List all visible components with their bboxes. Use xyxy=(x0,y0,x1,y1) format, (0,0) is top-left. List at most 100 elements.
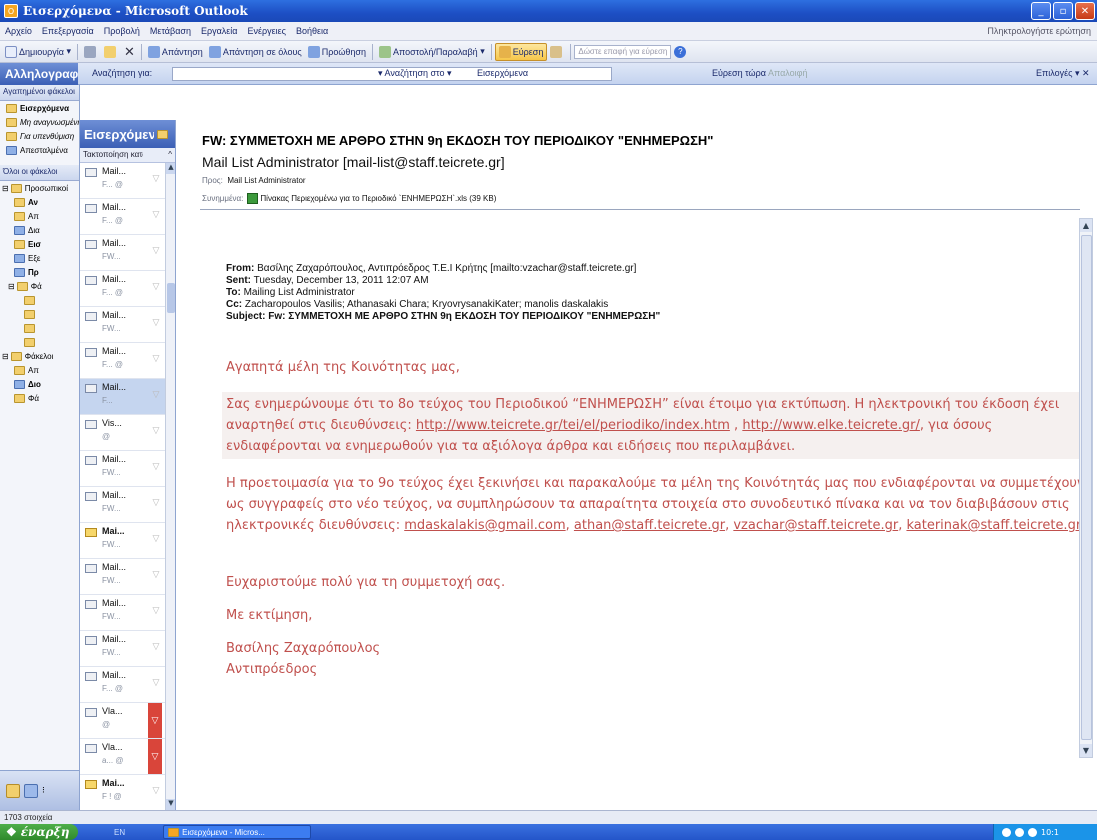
menu-view[interactable]: Προβολή xyxy=(99,26,145,36)
menu-tools[interactable]: Εργαλεία xyxy=(196,26,243,36)
favorite-unread[interactable]: Μη αναγνωσμένη xyxy=(0,115,79,129)
minimize-button[interactable]: _ xyxy=(1031,2,1051,20)
calendar-nav-icon[interactable] xyxy=(24,783,38,798)
flag-icon[interactable]: ▽ xyxy=(150,497,162,509)
help-button[interactable]: ? xyxy=(671,43,689,61)
message-row[interactable]: Mail... F... @ ▽ xyxy=(80,163,175,199)
menu-go[interactable]: Μετάβαση xyxy=(145,26,196,36)
tray-volume-icon[interactable] xyxy=(1015,827,1024,837)
menu-file[interactable]: Αρχείο xyxy=(0,26,37,36)
clear-button[interactable]: Απαλοιφή xyxy=(768,68,808,78)
flag-icon[interactable]: ▽ xyxy=(150,281,162,293)
favorites-header[interactable]: Αγαπημένοι φάκελοι xyxy=(0,85,79,101)
maximize-button[interactable]: ▫ xyxy=(1053,2,1073,20)
tree-item[interactable]: Πρ xyxy=(0,265,79,279)
scroll-thumb[interactable] xyxy=(167,283,175,313)
message-row[interactable]: Mail... FW... ▽ xyxy=(80,451,175,487)
configure-buttons-icon[interactable]: ⁝ xyxy=(42,786,45,796)
scroll-thumb[interactable] xyxy=(1081,235,1092,740)
taskbar-outlook-button[interactable]: Εισερχόμενα - Micros... xyxy=(163,825,312,839)
message-row[interactable]: Mail... FW... ▽ xyxy=(80,235,175,271)
move-button[interactable] xyxy=(101,43,121,61)
address-book-button[interactable] xyxy=(547,43,567,61)
language-indicator[interactable]: EN xyxy=(114,828,125,837)
find-now-button[interactable]: Εύρεση τώρα xyxy=(712,68,766,78)
link-elke[interactable]: http://www.elke.teicrete.gr/ xyxy=(742,418,920,433)
flag-icon[interactable]: ▽ xyxy=(150,533,162,545)
scroll-up-arrow[interactable]: ▲ xyxy=(1080,219,1092,232)
delete-button[interactable]: ✕ xyxy=(121,43,138,61)
flag-icon[interactable]: ▽ xyxy=(150,209,162,221)
menu-help[interactable]: Βοήθεια xyxy=(291,26,333,36)
print-button[interactable] xyxy=(81,43,101,61)
new-button[interactable]: Δημιουργία ▾ xyxy=(2,43,74,61)
attachment-file[interactable]: Πίνακας Περιεχομένω για το Περιοδικό `ΕΝ… xyxy=(260,194,496,203)
reading-pane-scrollbar[interactable]: ▲ ▼ xyxy=(1079,218,1093,758)
flag-icon[interactable]: ▽ xyxy=(150,389,162,401)
message-row[interactable]: Mail... FW... ▽ xyxy=(80,487,175,523)
tree-subfolder[interactable] xyxy=(0,307,79,321)
tree-item[interactable]: Αν xyxy=(0,195,79,209)
menu-actions[interactable]: Ενέργειες xyxy=(243,26,292,36)
tray-network-icon[interactable] xyxy=(1002,827,1011,837)
flag-icon[interactable]: ▽ xyxy=(150,677,162,689)
message-row[interactable]: Vla... @ ▽ xyxy=(80,703,175,739)
flag-icon[interactable]: ▽ xyxy=(150,569,162,581)
forward-button[interactable]: Προώθηση xyxy=(305,43,369,61)
message-row[interactable]: Mail... F... ▽ xyxy=(80,379,175,415)
recipient-name[interactable]: Mail List Administrator xyxy=(227,176,305,185)
message-row[interactable]: Mai... FW... ▽ xyxy=(80,523,175,559)
scroll-up-arrow[interactable]: ▲ xyxy=(166,163,175,174)
message-list-scrollbar[interactable]: ▲ ▼ xyxy=(165,163,175,810)
message-row[interactable]: Vla... a... @ ▽ xyxy=(80,739,175,775)
search-in-dropdown[interactable]: ▾ Αναζήτηση στο ▾ xyxy=(378,68,452,79)
message-row[interactable]: Mail... FW... ▽ xyxy=(80,595,175,631)
help-question-box[interactable]: Πληκτρολογήστε ερώτηση xyxy=(987,26,1091,36)
flag-icon[interactable]: ▽ xyxy=(150,461,162,473)
tree-item[interactable]: Εξε xyxy=(0,251,79,265)
tree-item[interactable]: Απ xyxy=(0,363,79,377)
message-row[interactable]: Mail... FW... ▽ xyxy=(80,559,175,595)
message-row[interactable]: Vis... @ ▽ xyxy=(80,415,175,451)
favorite-inbox[interactable]: Εισερχόμενα xyxy=(0,101,79,115)
favorite-followup[interactable]: Για υπενθύμιση xyxy=(0,129,79,143)
contact-search-input[interactable]: Δώστε επαφή για εύρεση xyxy=(574,44,672,59)
scroll-down-arrow[interactable]: ▼ xyxy=(166,799,175,810)
tray-security-icon[interactable] xyxy=(1028,827,1037,837)
flag-icon[interactable]: ▽ xyxy=(150,245,162,257)
flag-icon[interactable]: ▽ xyxy=(150,353,162,365)
message-row[interactable]: Mai... F ! @ ▽ xyxy=(80,775,175,810)
tree-subfolder[interactable] xyxy=(0,293,79,307)
flag-icon[interactable]: ▽ xyxy=(150,173,162,185)
tree-item[interactable]: Εισ xyxy=(0,237,79,251)
reply-button[interactable]: Απάντηση xyxy=(145,43,206,61)
tree-personal-folders[interactable]: ⊟ Προσωπικοί xyxy=(0,181,79,195)
email-link-mdaskalakis[interactable]: mdaskalakis@gmail.com xyxy=(404,518,565,533)
message-row[interactable]: Mail... F... @ ▽ xyxy=(80,271,175,307)
options-dropdown[interactable]: Επιλογές ▾ ✕ xyxy=(1036,68,1090,79)
favorite-sent[interactable]: Απεσταλμένα xyxy=(0,143,79,157)
mail-nav-icon[interactable] xyxy=(6,783,20,798)
reply-all-button[interactable]: Απάντηση σε όλους xyxy=(206,43,305,61)
tree-subfolder[interactable] xyxy=(0,321,79,335)
flag-icon[interactable]: ▽ xyxy=(150,605,162,617)
arrange-by-bar[interactable]: Τακτοποίηση κατά ^ xyxy=(80,148,175,163)
all-folders-header[interactable]: Όλοι οι φάκελοι xyxy=(0,165,79,181)
send-receive-button[interactable]: Αποστολή/Παραλαβή ▾ xyxy=(376,43,488,61)
start-button[interactable]: ❖ έναρξη xyxy=(0,824,78,840)
outlook-app-icon[interactable]: O xyxy=(4,4,18,18)
menu-edit[interactable]: Επεξεργασία xyxy=(37,26,99,36)
flag-icon[interactable]: ▽ xyxy=(150,641,162,653)
email-link-athan[interactable]: athan@staff.teicrete.gr xyxy=(574,518,725,533)
message-row[interactable]: Mail... F... @ ▽ xyxy=(80,667,175,703)
email-link-katerinak[interactable]: katerinak@staff.teicrete.gr xyxy=(906,518,1081,533)
message-row[interactable]: Mail... F... @ ▽ xyxy=(80,343,175,379)
flag-icon[interactable]: ▽ xyxy=(150,785,162,797)
find-button[interactable]: Εύρεση xyxy=(494,42,548,61)
flag-icon[interactable]: ▽ xyxy=(150,317,162,329)
link-periodiko[interactable]: http://www.teicrete.gr/tei/el/periodiko/… xyxy=(416,418,730,433)
email-sender[interactable]: Mail List Administrator [mail-list@staff… xyxy=(202,154,505,170)
scroll-down-arrow[interactable]: ▼ xyxy=(1080,744,1092,757)
flag-icon[interactable]: ▽ xyxy=(150,425,162,437)
tree-folders[interactable]: ⊟ Φάκελοι xyxy=(0,349,79,363)
